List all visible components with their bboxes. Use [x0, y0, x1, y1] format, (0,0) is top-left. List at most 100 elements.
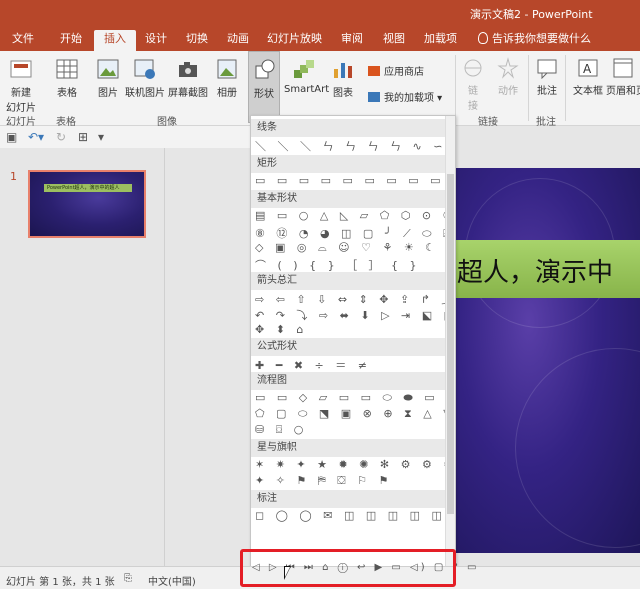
- shapes-button[interactable]: 形状: [248, 51, 280, 123]
- online-picture-icon: [134, 59, 155, 79]
- comment-icon: [537, 59, 557, 79]
- gallery-section-rect: 矩形: [251, 155, 446, 173]
- new-slide-label: 新建 幻灯片: [6, 88, 36, 114]
- tab-view[interactable]: 视图: [383, 31, 405, 51]
- online-picture-label: 联机图片: [125, 88, 165, 99]
- store-button[interactable]: 应用商店: [368, 63, 424, 78]
- picture-label: 图片: [98, 88, 118, 99]
- gallery-section-stars: 星与旗帜: [251, 439, 446, 457]
- my-addins-button[interactable]: 我的加载项 ▾: [368, 89, 442, 104]
- gallery-scroll-thumb[interactable]: [447, 174, 454, 514]
- thumbnail-title-bar: PowerPoint超人，演示中的超人: [44, 184, 132, 192]
- decorative-ring: [515, 348, 640, 548]
- gallery-row-arrows-3[interactable]: ✥ ⬍ ⌂: [255, 323, 445, 339]
- gallery-row-callouts[interactable]: ◻ ◯ ◯ ✉ ◫ ◫ ◫ ◫ ◫ ◫ ◫: [255, 509, 445, 525]
- tab-home[interactable]: 开始: [60, 31, 82, 51]
- album-button[interactable]: 相册: [214, 57, 240, 99]
- tab-insert[interactable]: 插入: [94, 30, 136, 51]
- gallery-row-arrows-1[interactable]: ⇨ ⇦ ⇧ ⇩ ⇔ ⇕ ✥ ⇪ ↱ ⤴ ↩: [255, 291, 445, 307]
- chart-icon: [334, 63, 352, 78]
- slide[interactable]: 超人，演示中: [455, 168, 640, 553]
- screenshot-button[interactable]: 屏幕截图: [168, 57, 208, 99]
- slide-title-text: 超人，演示中: [457, 258, 614, 288]
- star-icon: [497, 57, 519, 79]
- gallery-row-basic-1[interactable]: ▤ ▭ ○ △ ◺ ▱ ⬠ ⬡ ⊙ ⑩: [255, 209, 445, 225]
- slide-thumbnail-pane: 1 PowerPoint超人，演示中的超人: [0, 148, 165, 566]
- lightbulb-icon: [478, 32, 488, 44]
- mouse-cursor-icon: [284, 566, 291, 580]
- chart-button[interactable]: 图表: [330, 57, 356, 99]
- ribbon-tabs: 文件 开始 插入 设计 切换 动画 幻灯片放映 审阅 视图 加载项 告诉我你想要…: [0, 27, 640, 51]
- title-bar: 演示文稿2 - PowerPoint: [0, 0, 640, 27]
- gallery-row-stars-1[interactable]: ✶ ✷ ✦ ★ ✹ ✺ ✻ ⚙ ⚙ ⚙ ⚙: [255, 458, 445, 474]
- textbox-button[interactable]: A 文本框: [572, 57, 604, 97]
- gallery-row-basic-4[interactable]: ⌒ ( ) { } ［ ］ { }: [255, 257, 445, 273]
- separator: [565, 55, 566, 121]
- svg-text:A: A: [583, 62, 592, 76]
- gallery-row-arrows-2[interactable]: ↶ ↷ ⤵ ⇨ ⬌ ⬇ ▷ ⇥ ⬕ ⬔ ⬓: [255, 307, 445, 323]
- separator: [455, 55, 456, 121]
- customize-qat-icon[interactable]: ▾: [98, 130, 104, 144]
- window-title: 演示文稿2 - PowerPoint: [470, 8, 593, 21]
- gallery-section-lines: 线条: [251, 119, 446, 137]
- comment-button[interactable]: 批注: [535, 57, 559, 97]
- action-label: 动作: [498, 86, 518, 97]
- tab-review[interactable]: 审阅: [341, 31, 363, 51]
- gallery-row-flowchart-1[interactable]: ▭ ▭ ◇ ▱ ▭ ▭ ⬭ ⬬ ▭ ⬯: [255, 391, 445, 407]
- gallery-row-basic-2[interactable]: ⑧ ⑫ ◔ ◕ ◫ ▢ ╯ ⟋ ⬭ ⌸: [255, 225, 445, 241]
- gallery-section-callouts: 标注: [251, 490, 446, 508]
- album-label: 相册: [217, 88, 237, 99]
- tab-slideshow[interactable]: 幻灯片放映: [267, 31, 322, 51]
- header-footer-button[interactable]: 页眉和页: [606, 57, 640, 97]
- slide-thumbnail[interactable]: PowerPoint超人，演示中的超人: [28, 170, 146, 238]
- group-label-links: 链接: [478, 117, 498, 128]
- picture-icon: [97, 59, 119, 79]
- slide-title-bar[interactable]: 超人，演示中: [455, 240, 640, 298]
- screenshot-label: 屏幕截图: [168, 88, 208, 99]
- smartart-button[interactable]: SmartArt: [284, 57, 329, 95]
- table-button[interactable]: 表格: [54, 57, 80, 99]
- new-slide-button[interactable]: 新建 幻灯片: [4, 57, 38, 114]
- tab-animations[interactable]: 动画: [227, 31, 249, 51]
- gallery-row-rect[interactable]: ▭ ▭ ▭ ▭ ▭ ▭ ▭ ▭ ▭: [255, 174, 445, 190]
- shapes-icon: [255, 59, 275, 79]
- save-icon[interactable]: ▣: [6, 130, 17, 144]
- new-slide-icon: [10, 60, 32, 78]
- link-button[interactable]: 链 接: [462, 57, 484, 112]
- store-icon: [368, 66, 380, 76]
- tab-design[interactable]: 设计: [145, 31, 167, 51]
- action-button[interactable]: 动作: [495, 57, 521, 97]
- tab-addins[interactable]: 加载项: [424, 31, 457, 51]
- tab-file[interactable]: 文件: [12, 31, 34, 51]
- group-label-comments: 批注: [536, 117, 556, 128]
- store-label: 应用商店: [384, 67, 424, 78]
- redo-icon[interactable]: ↻: [56, 130, 66, 144]
- gallery-row-equation[interactable]: ✚ ━ ✖ ÷ ＝ ≠: [255, 357, 445, 373]
- gallery-row-flowchart-3[interactable]: ⛁ ⌼ ○: [255, 423, 445, 439]
- gallery-row-flowchart-2[interactable]: ⬠ ▢ ⬭ ⬔ ▣ ⊗ ⊕ ⧗ △ ▽ ▢: [255, 407, 445, 423]
- picture-button[interactable]: 图片: [95, 57, 121, 99]
- separator: [528, 55, 529, 121]
- shapes-gallery: 线条 ＼ ＼ ＼ ㄣ ㄣ ㄣ ㄣ ∿ ∽ ↗ 矩形 ▭ ▭ ▭ ▭ ▭ ▭ ▭ …: [250, 115, 456, 575]
- tell-me-box[interactable]: 告诉我你想要做什么: [478, 31, 591, 51]
- chart-label: 图表: [333, 88, 353, 99]
- undo-icon[interactable]: ↶▾: [28, 130, 44, 144]
- album-icon: [217, 59, 237, 79]
- gallery-row-basic-3[interactable]: ◇ ▣ ◎ ⌓ ☺ ♡ ⚘ ☀ ☾ ☁: [255, 241, 445, 257]
- gallery-row-stars-2[interactable]: ✦ ✧ ⚑ ⛿ ⛋ ⚐ ⚑: [255, 474, 445, 490]
- globe-icon: [464, 59, 482, 77]
- gallery-row-lines[interactable]: ＼ ＼ ＼ ㄣ ㄣ ㄣ ㄣ ∿ ∽ ↗: [255, 138, 445, 154]
- language-status[interactable]: 中文(中国): [148, 573, 196, 588]
- header-footer-label: 页眉和页: [606, 86, 640, 97]
- header-footer-icon: [613, 58, 633, 78]
- online-picture-button[interactable]: 联机图片: [125, 57, 165, 99]
- start-slideshow-icon[interactable]: ⊞: [78, 130, 88, 144]
- gallery-scrollbar[interactable]: [445, 116, 455, 574]
- notes-icon[interactable]: ⎘: [124, 573, 132, 584]
- slide-count-status: 幻灯片 第 1 张，共 1 张: [6, 577, 115, 588]
- gallery-section-arrows: 箭头总汇: [251, 272, 446, 290]
- camera-icon: [179, 62, 197, 77]
- addins-icon: [368, 92, 380, 102]
- quick-access-toolbar: ▣ ↶▾ ↻ ⊞ ▾: [0, 126, 250, 148]
- tab-transitions[interactable]: 切换: [186, 31, 208, 51]
